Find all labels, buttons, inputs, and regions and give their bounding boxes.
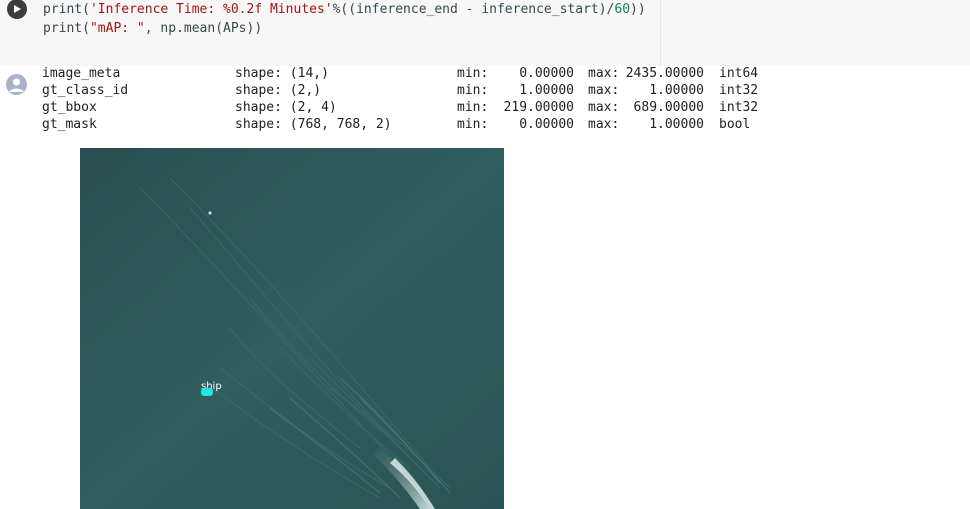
dtype: int32 [719, 83, 759, 98]
var-name: gt_mask [42, 117, 97, 132]
code-number: 60 [614, 2, 631, 17]
max-value: 2435.00000 [625, 66, 704, 81]
run-cell-button[interactable] [7, 0, 27, 19]
code-token: , np.mean(APs)) [144, 21, 263, 36]
dtype: int64 [719, 66, 759, 81]
var-shape: shape: (2, 4) [235, 100, 337, 115]
user-avatar-icon [6, 74, 27, 95]
max-label: max: [588, 117, 620, 132]
min-value: 0.00000 [519, 117, 574, 132]
var-shape: shape: (14,) [235, 66, 329, 81]
code-line-2: print("mAP: ", np.mean(APs)) [43, 20, 262, 37]
min-label: min: [457, 83, 489, 98]
output-row-image-meta: image_meta shape: (14,) min: 0.00000 max… [42, 65, 758, 82]
code-token: )) [630, 2, 646, 17]
var-name: gt_bbox [42, 100, 97, 115]
dtype: int32 [719, 100, 759, 115]
code-token: print( [43, 2, 90, 17]
code-string: 'Inference Time: %0.2f Minutes' [89, 2, 333, 17]
detection-mask [201, 388, 213, 396]
dtype: bool [719, 117, 751, 132]
var-shape: shape: (2,) [235, 83, 322, 98]
max-value: 1.00000 [649, 117, 704, 132]
output-row-gt-class-id: gt_class_id shape: (2,) min: 1.00000 max… [42, 82, 758, 99]
var-name: gt_class_id [42, 83, 129, 98]
code-token: print( [43, 21, 90, 36]
min-label: min: [457, 117, 489, 132]
code-string: "mAP: " [89, 21, 145, 36]
code-token: %((inference_end - inference_start)/ [332, 2, 615, 17]
max-label: max: [588, 66, 620, 81]
min-value: 1.00000 [519, 83, 574, 98]
satellite-image: ship [80, 148, 504, 509]
var-shape: shape: (768, 768, 2) [235, 117, 392, 132]
min-label: min: [457, 66, 489, 81]
max-value: 1.00000 [649, 83, 704, 98]
code-line-1: print('Inference Time: %0.2f Minutes'%((… [43, 1, 646, 18]
code-cell[interactable]: print('Inference Time: %0.2f Minutes'%((… [0, 0, 970, 66]
output-row-gt-bbox: gt_bbox shape: (2, 4) min: 219.00000 max… [42, 99, 758, 116]
min-value: 219.00000 [503, 100, 574, 115]
output-text: image_meta shape: (14,) min: 0.00000 max… [42, 65, 758, 133]
max-label: max: [588, 83, 620, 98]
output-row-gt-mask: gt_mask shape: (768, 768, 2) min: 0.0000… [42, 116, 750, 133]
max-value: 689.00000 [633, 100, 704, 115]
play-icon [14, 5, 21, 13]
max-label: max: [588, 100, 620, 115]
var-name: image_meta [42, 66, 121, 81]
ocean-scene [80, 148, 504, 509]
min-value: 0.00000 [519, 66, 574, 81]
min-label: min: [457, 100, 489, 115]
